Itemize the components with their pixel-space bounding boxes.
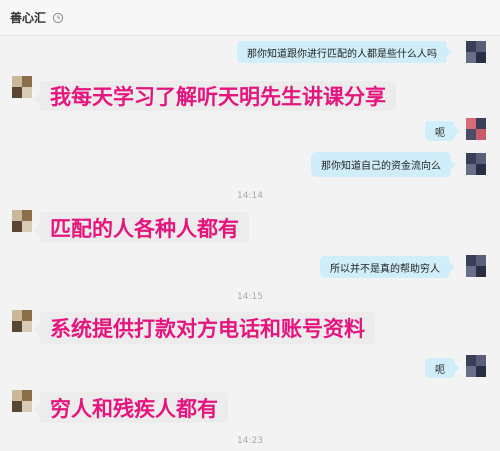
chat-title: 善心汇 xyxy=(10,11,47,25)
message-text: 呃 xyxy=(435,364,445,376)
my-avatar[interactable] xyxy=(466,118,486,140)
message-text: 我每天学习了解听天明先生讲课分享 xyxy=(50,85,386,109)
message-text: 系统提供打款对方电话和账号资料 xyxy=(50,317,365,341)
message-text: 所以并不是真的帮助穷人 xyxy=(330,263,440,275)
contact-avatar[interactable] xyxy=(12,390,32,412)
message-text: 那你知道自己的资金流向么 xyxy=(321,161,441,172)
incoming-message: 系统提供打款对方电话和账号资料 xyxy=(34,312,375,344)
incoming-message: 穷人和残疾人都有 xyxy=(34,392,228,423)
chat-header: 善心汇 xyxy=(0,0,500,36)
contact-avatar[interactable] xyxy=(12,76,32,98)
timestamp: 14:15 xyxy=(237,292,263,302)
my-avatar[interactable] xyxy=(466,41,486,63)
outgoing-message: 那你知道自己的资金流向么 xyxy=(311,152,456,177)
incoming-message: 我每天学习了解听天明先生讲课分享 xyxy=(34,81,396,111)
message-text: 呃 xyxy=(435,127,445,139)
contact-avatar[interactable] xyxy=(12,310,32,332)
incoming-message: 匹配的人各种人都有 xyxy=(34,212,249,243)
outgoing-message: 那你知道跟你进行匹配的人都是些什么人吗 xyxy=(237,41,452,63)
outgoing-message: 所以并不是真的帮助穷人 xyxy=(320,256,455,278)
timestamp: 14:14 xyxy=(237,191,263,201)
outgoing-message: 呃 xyxy=(425,121,460,141)
message-text: 匹配的人各种人都有 xyxy=(50,216,239,241)
contact-avatar[interactable] xyxy=(12,210,32,232)
timestamp: 14:23 xyxy=(237,436,263,446)
my-avatar[interactable] xyxy=(466,255,486,277)
my-avatar[interactable] xyxy=(466,355,486,377)
outgoing-message: 呃 xyxy=(425,358,460,378)
message-text: 那你知道跟你进行匹配的人都是些什么人吗 xyxy=(247,48,437,60)
message-text: 穷人和残疾人都有 xyxy=(50,396,218,421)
clock-icon[interactable] xyxy=(52,12,64,24)
my-avatar[interactable] xyxy=(466,153,486,175)
